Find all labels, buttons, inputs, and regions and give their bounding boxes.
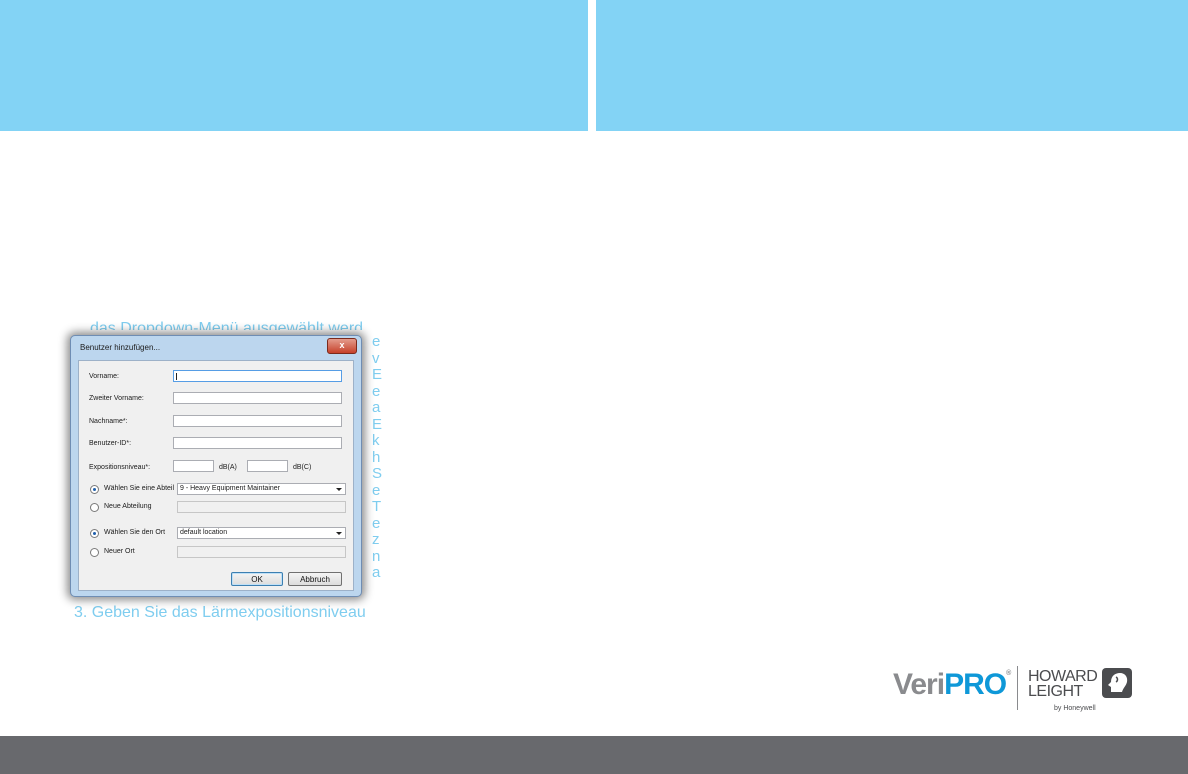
background-letter: T [372, 498, 382, 515]
dialog-title: Benutzer hinzufügen... [80, 343, 161, 352]
background-letter: n [372, 547, 381, 565]
location-select-label: Wählen Sie den Ort [104, 529, 166, 536]
ok-button[interactable]: OK [231, 572, 283, 586]
background-letter: E [372, 415, 382, 433]
location-select-radio[interactable] [90, 529, 99, 538]
chevron-down-icon [336, 532, 342, 535]
add-user-dialog: Benutzer hinzufügen... x Vorname: Zweite… [70, 335, 362, 597]
background-letter: k [372, 432, 380, 449]
background-letter: e [372, 382, 381, 400]
dbc-unit-label: dB(C) [293, 464, 312, 471]
location-dropdown[interactable]: default location [177, 527, 346, 539]
veri-text: Veri [893, 668, 945, 701]
dialog-titlebar[interactable]: Benutzer hinzufügen... x [71, 336, 361, 360]
middle-name-label: Zweiter Vorname: [89, 395, 144, 402]
dba-unit-label: dB(A) [219, 464, 237, 471]
veripro-logo: VeriPRO® [893, 668, 1011, 702]
background-letter: e [372, 481, 381, 499]
cancel-button[interactable]: Abbruch [288, 572, 342, 586]
text-caret [176, 373, 177, 380]
user-id-label: Benutzer-ID*: [89, 440, 132, 447]
exposure-dba-input[interactable] [173, 460, 214, 472]
background-letter: E [372, 366, 382, 383]
background-letter: h [372, 448, 381, 466]
user-id-input[interactable] [173, 437, 342, 449]
background-text-right-column: evEeaEkhSeTezna [372, 334, 382, 598]
background-letter: e [372, 334, 381, 350]
registered-mark: ® [1006, 670, 1011, 677]
department-select-label: Wählen Sie eine Abteil [104, 485, 175, 492]
background-text-top: das Dropdown-Menü ausgewählt werd [90, 320, 364, 330]
new-department-radio[interactable] [90, 503, 99, 512]
exposure-dbc-input[interactable] [247, 460, 288, 472]
close-button[interactable]: x [327, 338, 357, 354]
background-letter: a [372, 399, 381, 416]
background-letter: v [372, 349, 380, 367]
footer-bar [0, 736, 1188, 774]
new-department-input[interactable] [177, 501, 346, 513]
background-letter: S [372, 465, 382, 482]
new-location-label: Neuer Ort [104, 548, 135, 555]
background-text-bottom: 3. Geben Sie das Lärmexpositionsniveau [74, 605, 366, 621]
new-department-label: Neue Abteilung [104, 503, 152, 510]
chevron-down-icon [336, 488, 342, 491]
pro-text: PRO [944, 668, 1007, 701]
header-banner-left [0, 0, 588, 131]
location-selected-value: default location [180, 529, 228, 536]
department-dropdown[interactable]: 9 - Heavy Equipment Maintainer [177, 483, 346, 495]
new-location-input[interactable] [177, 546, 346, 558]
department-selected-value: 9 - Heavy Equipment Maintainer [180, 485, 280, 492]
last-name-label: Nachname*: [89, 418, 128, 425]
exposure-level-label: Expositionsniveau*: [89, 464, 151, 471]
background-letter: z [372, 531, 380, 548]
close-icon: x [339, 340, 345, 350]
dialog-body: Vorname: Zweiter Vorname: Nachname*: Ben… [78, 360, 354, 591]
first-name-label: Vorname: [89, 373, 119, 380]
first-name-input[interactable] [173, 370, 342, 382]
face-profile-icon [1102, 668, 1132, 698]
department-select-radio[interactable] [90, 485, 99, 494]
header-banner-right [596, 0, 1188, 131]
last-name-input[interactable] [173, 415, 342, 427]
logo-divider [1017, 666, 1018, 710]
leight-text: LEIGHT [1028, 683, 1083, 700]
background-letter: a [372, 564, 381, 581]
background-letter: e [372, 514, 381, 532]
honeywell-byline: by Honeywell [1054, 705, 1096, 712]
middle-name-input[interactable] [173, 392, 342, 404]
new-location-radio[interactable] [90, 548, 99, 557]
